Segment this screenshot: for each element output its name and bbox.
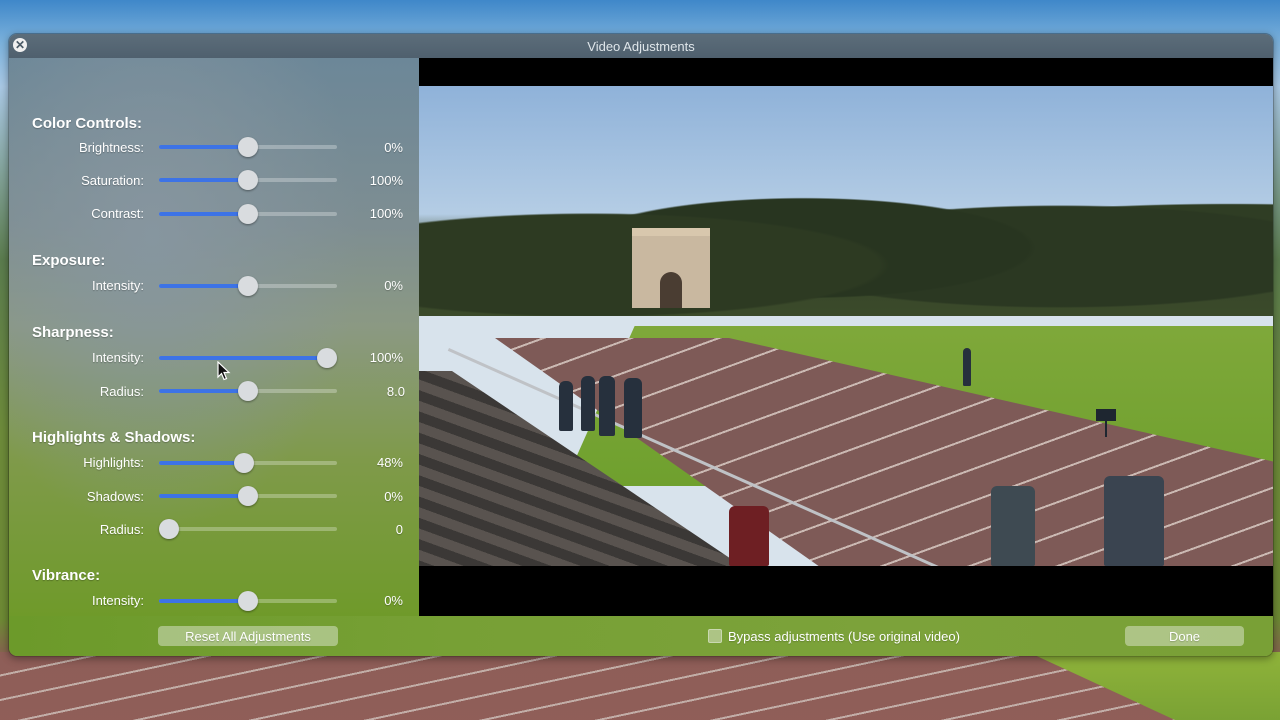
brightness-label: Brightness: — [78, 140, 144, 155]
bypass-adjustments-option[interactable]: Bypass adjustments (Use original video) — [708, 626, 960, 646]
shadows-label: Shadows: — [86, 489, 144, 504]
video-adjustments-window: ✕ Video Adjustments Color Controls: Brig… — [8, 33, 1274, 657]
vibrance-intensity-slider-fill — [159, 599, 248, 603]
video-frame — [419, 86, 1273, 566]
video-person — [991, 486, 1035, 566]
contrast-label: Contrast: — [91, 206, 144, 221]
footer-bar: Reset All Adjustments Bypass adjustments… — [9, 616, 1273, 656]
sharpness-intensity-slider[interactable] — [159, 348, 337, 368]
adjustments-panel: Color Controls: Brightness: 0% Saturatio… — [9, 58, 419, 616]
saturation-label: Saturation: — [81, 173, 144, 188]
reset-all-adjustments-button[interactable]: Reset All Adjustments — [158, 626, 338, 646]
sharpness-intensity-slider-fill — [159, 356, 337, 360]
saturation-slider-fill — [159, 178, 248, 182]
video-trees — [419, 146, 1273, 316]
highlights-value: 48% — [376, 455, 403, 470]
brightness-slider[interactable] — [159, 137, 337, 157]
exposure-intensity-slider-thumb[interactable] — [238, 276, 258, 296]
contrast-slider-fill — [159, 212, 248, 216]
exposure-intensity-slider[interactable] — [159, 276, 337, 296]
vibrance-intensity-value: 0% — [384, 593, 403, 608]
bypass-label: Bypass adjustments (Use original video) — [728, 628, 960, 644]
shadows-value: 0% — [384, 489, 403, 504]
sharpness-intensity-value: 100% — [369, 350, 403, 365]
vibrance-intensity-slider-thumb[interactable] — [238, 591, 258, 611]
section-title-highlights-shadows: Highlights & Shadows: — [32, 429, 196, 446]
video-preview — [419, 58, 1273, 616]
window-title: Video Adjustments — [587, 39, 695, 54]
saturation-value: 100% — [369, 173, 403, 188]
sharpness-radius-slider-thumb[interactable] — [238, 381, 258, 401]
video-person — [581, 376, 595, 431]
sharpness-intensity-label: Intensity: — [91, 350, 144, 365]
contrast-value: 100% — [369, 206, 403, 221]
sharpness-radius-label: Radius: — [99, 384, 144, 399]
exposure-intensity-value: 0% — [384, 278, 403, 293]
highlights-slider-thumb[interactable] — [234, 453, 255, 473]
highlights-radius-slider[interactable] — [159, 519, 337, 539]
brightness-value: 0% — [384, 140, 403, 155]
video-arch — [632, 228, 710, 308]
video-person — [559, 381, 573, 431]
brightness-slider-fill — [159, 145, 248, 149]
saturation-slider-thumb[interactable] — [238, 170, 258, 190]
video-sign — [1096, 409, 1116, 437]
shadows-slider-fill — [159, 494, 248, 498]
sharpness-radius-slider[interactable] — [159, 381, 337, 401]
highlights-label: Highlights: — [83, 455, 144, 470]
section-title-sharpness: Sharpness: — [32, 324, 114, 341]
exposure-intensity-slider-fill — [159, 284, 248, 288]
highlights-radius-value: 0 — [395, 522, 403, 537]
vibrance-intensity-label: Intensity: — [91, 593, 144, 608]
shadows-slider[interactable] — [159, 486, 337, 506]
done-button[interactable]: Done — [1125, 626, 1244, 646]
vibrance-intensity-slider[interactable] — [159, 591, 337, 611]
shadows-slider-thumb[interactable] — [238, 486, 258, 506]
bypass-checkbox[interactable] — [708, 629, 722, 643]
section-title-exposure: Exposure: — [32, 252, 106, 269]
section-title-vibrance: Vibrance: — [32, 567, 101, 584]
exposure-intensity-label: Intensity: — [91, 278, 144, 293]
section-title-color-controls: Color Controls: — [32, 115, 142, 132]
sharpness-radius-value: 8.0 — [386, 384, 405, 399]
contrast-slider[interactable] — [159, 204, 337, 224]
video-person — [729, 506, 769, 566]
video-person — [599, 376, 615, 436]
brightness-slider-thumb[interactable] — [238, 137, 258, 157]
sharpness-radius-slider-fill — [159, 389, 248, 393]
saturation-slider[interactable] — [159, 170, 337, 190]
highlights-slider[interactable] — [159, 453, 337, 473]
video-person — [1104, 476, 1164, 566]
highlights-radius-label: Radius: — [99, 522, 144, 537]
contrast-slider-thumb[interactable] — [238, 204, 258, 224]
title-bar: ✕ Video Adjustments — [9, 34, 1273, 58]
highlights-slider-fill — [159, 461, 245, 465]
video-person — [624, 378, 642, 438]
video-person — [963, 348, 971, 386]
highlights-radius-slider-thumb[interactable] — [159, 519, 179, 539]
